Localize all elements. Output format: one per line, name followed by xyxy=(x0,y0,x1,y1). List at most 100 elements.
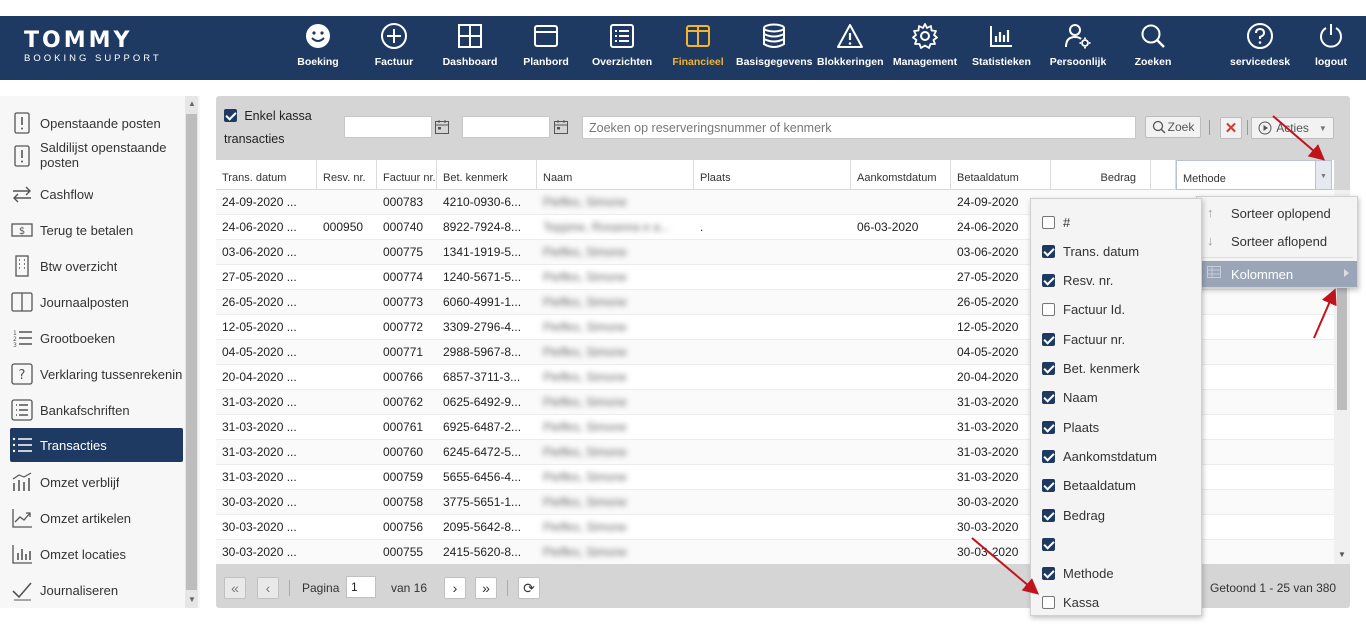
nav-dashboard[interactable]: Dashboard xyxy=(442,22,498,78)
nav-persoonlijk[interactable]: Persoonlijk xyxy=(1048,22,1108,78)
scroll-down-icon[interactable]: ▼ xyxy=(188,595,196,604)
scroll-down-icon[interactable]: ▼ xyxy=(1338,550,1346,559)
nav-blokkeringen[interactable]: Blokkeringen xyxy=(817,22,884,78)
sidebar-item-btw-overzicht[interactable]: Btw overzicht xyxy=(10,249,183,283)
column-toggle-item[interactable] xyxy=(1031,530,1201,558)
sidebar-item-cashflow[interactable]: Cashflow xyxy=(10,177,183,211)
column-header-trans-datum[interactable]: Trans. datum xyxy=(216,160,317,190)
sidebar-item-bankafschriften[interactable]: Bankafschriften xyxy=(10,393,183,427)
next-page-button[interactable]: › xyxy=(444,577,466,599)
column-header-betaaldatum[interactable]: Betaaldatum xyxy=(951,160,1051,190)
clear-filter-button[interactable]: ✕ xyxy=(1220,117,1242,139)
column-checkbox[interactable] xyxy=(1042,244,1055,258)
sidebar-item-saldilijst[interactable]: Saldilijst openstaande posten xyxy=(10,140,183,176)
sidebar-item-journaalposten[interactable]: Journaalposten xyxy=(10,285,183,319)
column-checkbox[interactable] xyxy=(1042,420,1055,434)
sidebar-item-grootboeken[interactable]: 123 Grootboeken xyxy=(10,321,183,355)
cell-naam: Pieffes, Simone xyxy=(543,520,627,534)
column-toggle-item[interactable]: Factuur Id. xyxy=(1031,296,1201,324)
scroll-up-icon[interactable]: ▲ xyxy=(188,99,196,108)
prev-page-button[interactable]: ‹ xyxy=(257,577,279,599)
nav-factuur[interactable]: Factuur xyxy=(372,22,416,78)
column-toggle-item[interactable]: Factuur nr. xyxy=(1031,325,1201,353)
refresh-button[interactable]: ⟳ xyxy=(518,577,540,599)
column-checkbox[interactable] xyxy=(1042,215,1055,229)
bullet-list-icon xyxy=(10,433,34,457)
column-toggle-item[interactable]: Resv. nr. xyxy=(1031,267,1201,295)
search-input[interactable] xyxy=(582,116,1136,139)
column-toggle-item[interactable]: Bedrag xyxy=(1031,501,1201,529)
nav-financieel[interactable]: Financieel xyxy=(672,22,724,78)
column-menu-trigger-icon[interactable]: ▼ xyxy=(1315,161,1331,189)
column-header-bet-kenmerk[interactable]: Bet. kenmerk xyxy=(437,160,537,190)
nav-boeking[interactable]: Boeking xyxy=(296,22,340,78)
scrollbar-thumb[interactable] xyxy=(186,114,197,590)
cell-kenmerk: 0625-6492-9... xyxy=(443,395,522,409)
column-toggle-item[interactable]: Methode xyxy=(1031,560,1201,588)
sidebar-item-omzet-verblijf[interactable]: Omzet verblijf xyxy=(10,465,183,499)
column-checkbox[interactable] xyxy=(1042,362,1055,375)
nav-planbord[interactable]: Planbord xyxy=(522,22,570,78)
nav-management[interactable]: Management xyxy=(892,22,958,78)
kolommen-item[interactable]: Kolommen xyxy=(1197,261,1357,287)
column-checkbox[interactable] xyxy=(1042,537,1055,551)
column-toggle-item[interactable]: Bet. kenmerk xyxy=(1031,355,1201,383)
column-checkbox[interactable] xyxy=(1042,567,1055,581)
nav-servicedesk[interactable]: servicedesk xyxy=(1230,22,1290,78)
column-header-factuur-nr[interactable]: Factuur nr. xyxy=(377,160,437,190)
nav-basisgegevens[interactable]: Basisgegevens xyxy=(736,22,812,78)
column-checkbox[interactable] xyxy=(1042,449,1055,463)
column-checkbox[interactable] xyxy=(1042,508,1055,522)
column-header-bedrag[interactable]: Bedrag xyxy=(1051,160,1151,190)
nav-zoeken[interactable]: Zoeken xyxy=(1132,22,1174,78)
sidebar-scrollbar[interactable]: ▲ ▼ xyxy=(185,96,198,608)
first-page-button[interactable]: « xyxy=(224,577,246,599)
column-toggle-item[interactable]: Naam xyxy=(1031,384,1201,412)
column-toggle-item[interactable]: Trans. datum xyxy=(1031,237,1201,265)
calendar-icon[interactable] xyxy=(432,117,452,137)
sidebar-item-openstaande-posten[interactable]: Openstaande posten xyxy=(10,106,183,140)
column-header-plaats[interactable]: Plaats xyxy=(694,160,851,190)
sidebar-item-verklaring-tussenrekening[interactable]: ? Verklaring tussenrekening xyxy=(10,357,183,391)
column-header-aankomstdatum[interactable]: Aankomstdatum xyxy=(851,160,951,190)
date-to-input[interactable] xyxy=(462,116,550,138)
nav-label: logout xyxy=(1314,56,1348,68)
column-header-resv-nr[interactable]: Resv. nr. xyxy=(317,160,377,190)
column-toggle-item[interactable]: Plaats xyxy=(1031,413,1201,441)
sidebar-item-transacties[interactable]: Transacties xyxy=(10,428,183,462)
nav-logout[interactable]: logout xyxy=(1312,22,1350,78)
exclamation-doc-icon xyxy=(10,111,34,135)
column-toggle-item[interactable]: Betaaldatum xyxy=(1031,472,1201,500)
column-header-blank[interactable] xyxy=(1151,160,1176,190)
acties-button[interactable]: Acties ▼ xyxy=(1251,117,1334,139)
column-header-methode[interactable]: Methode ▼ xyxy=(1176,160,1332,190)
sidebar-item-journaliseren[interactable]: Journaliseren xyxy=(10,573,183,607)
column-checkbox[interactable] xyxy=(1042,596,1055,610)
column-toggle-item[interactable]: Kassa xyxy=(1031,589,1201,617)
sidebar-item-terug-te-betalen[interactable]: $ Terug te betalen xyxy=(10,213,183,247)
column-header-naam[interactable]: Naam xyxy=(537,160,694,190)
column-checkbox[interactable] xyxy=(1042,391,1055,405)
column-checkbox[interactable] xyxy=(1042,479,1055,493)
arrow-up-icon: ↑ xyxy=(1207,205,1214,220)
nav-statistieken[interactable]: Statistieken xyxy=(972,22,1031,78)
last-page-button[interactable]: » xyxy=(475,577,497,599)
logo-subtitle: BOOKING SUPPORT xyxy=(24,53,162,64)
column-toggle-item[interactable]: # xyxy=(1031,208,1201,236)
enkel-kassa-filter[interactable]: Enkel kassa xyxy=(224,108,312,123)
date-from-input[interactable] xyxy=(344,116,432,138)
sidebar-item-omzet-locaties[interactable]: Omzet locaties xyxy=(10,537,183,571)
sort-descending-item[interactable]: ↓ Sorteer aflopend xyxy=(1197,228,1357,254)
column-checkbox[interactable] xyxy=(1042,303,1055,317)
column-toggle-item[interactable]: Aankomstdatum xyxy=(1031,442,1201,470)
sidebar-item-omzet-artikelen[interactable]: Omzet artikelen xyxy=(10,501,183,535)
column-checkbox[interactable] xyxy=(1042,274,1055,288)
column-checkbox[interactable] xyxy=(1042,332,1055,346)
page-input[interactable]: 1 xyxy=(346,576,376,598)
calendar-icon[interactable] xyxy=(551,117,571,137)
sort-ascending-item[interactable]: ↑ Sorteer oplopend xyxy=(1197,200,1357,226)
zoek-button[interactable]: Zoek xyxy=(1145,116,1201,138)
enkel-kassa-checkbox[interactable] xyxy=(224,109,237,123)
nav-overzichten[interactable]: Overzichten xyxy=(592,22,652,78)
exchange-icon xyxy=(10,182,34,206)
